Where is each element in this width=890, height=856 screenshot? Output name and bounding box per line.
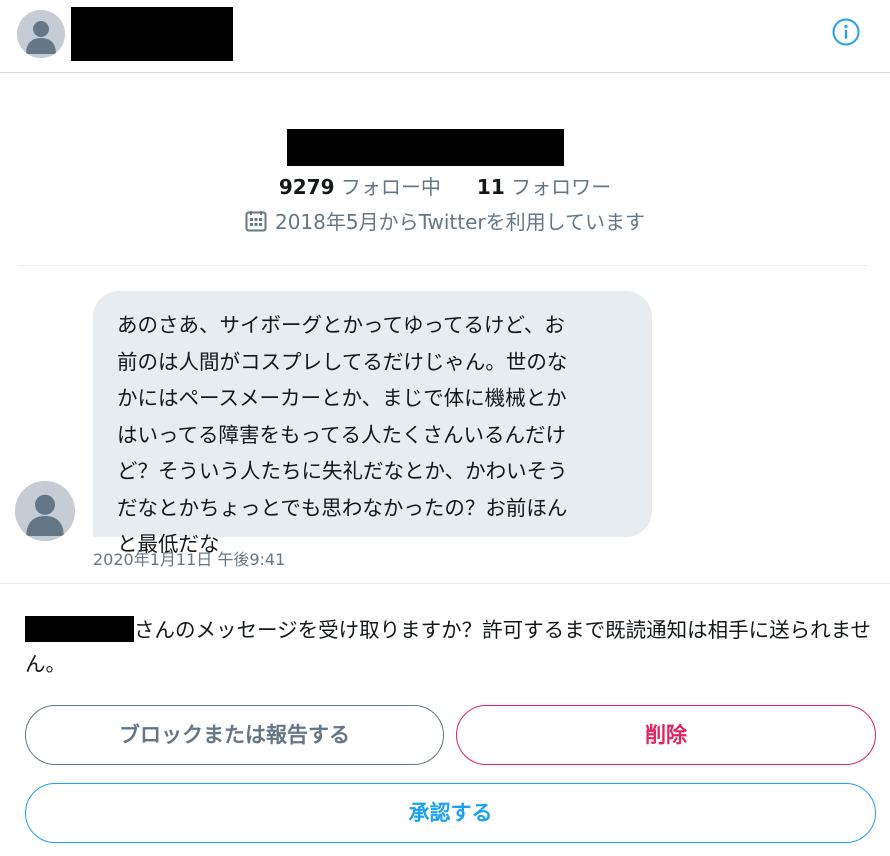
default-avatar-icon[interactable]	[17, 10, 65, 58]
request-prompt-text: さんのメッセージを受け取りますか？許可するまで既読通知は相手に送られません。	[25, 618, 871, 676]
message-timestamp: 2020年1月11日 午後9:41	[93, 550, 286, 569]
message-bubble[interactable]: あのさあ、サイボーグとかってゆってるけど、お 前のは人間がコスプレしてるだけじゃ…	[93, 291, 652, 556]
followers-stat[interactable]: 11 フォロワー	[477, 175, 611, 199]
conversation-header	[0, 0, 890, 73]
redacted-profile-name	[287, 129, 564, 166]
joined-date: 2018年5月からTwitterを利用しています	[0, 206, 890, 235]
dm-request-view: 9279 フォロー中 11 フォロワー 2018年5月からTwitterを利用して…	[0, 0, 890, 856]
sender-avatar-icon[interactable]	[15, 481, 75, 541]
followers-label: フォロワー	[511, 175, 612, 199]
accept-button[interactable]: 承認する	[25, 783, 876, 843]
redacted-username	[71, 7, 233, 61]
follow-stats: 9279 フォロー中 11 フォロワー	[0, 171, 890, 200]
delete-button[interactable]: 削除	[456, 705, 876, 765]
request-prompt: さんのメッセージを受け取りますか？許可するまで既読通知は相手に送られません。	[25, 613, 885, 681]
message-line: だなとかちょっとでも思わなかったの？お前ほん	[117, 495, 568, 520]
divider	[18, 265, 868, 266]
following-stat[interactable]: 9279 フォロー中	[279, 175, 441, 199]
joined-text: 2018年5月からTwitterを利用しています	[274, 210, 646, 234]
message-line: はいってる障害をもってる人たくさんいるんだけ	[117, 422, 566, 447]
message-line: ど？そういう人たちに失礼だなとか、かわいそう	[117, 459, 568, 483]
message-line: あのさあ、サイボーグとかってゆってるけど、お	[117, 313, 565, 337]
message-line: かにはペースメーカーとか、まじで体に機械とか	[117, 386, 567, 410]
followers-count: 11	[476, 175, 505, 199]
message-line: 前のは人間がコスプレしてるだけじゃん。世のな	[117, 349, 568, 374]
info-circle-icon[interactable]	[831, 17, 861, 47]
calendar-icon	[245, 211, 267, 232]
redacted-sender-name	[25, 616, 134, 642]
following-label: フォロー中	[340, 175, 441, 199]
following-count: 9279	[278, 175, 335, 199]
message-request-panel: さんのメッセージを受け取りますか？許可するまで既読通知は相手に送られません。 ブ…	[0, 583, 890, 856]
block-or-report-button[interactable]: ブロックまたは報告する	[25, 705, 444, 765]
